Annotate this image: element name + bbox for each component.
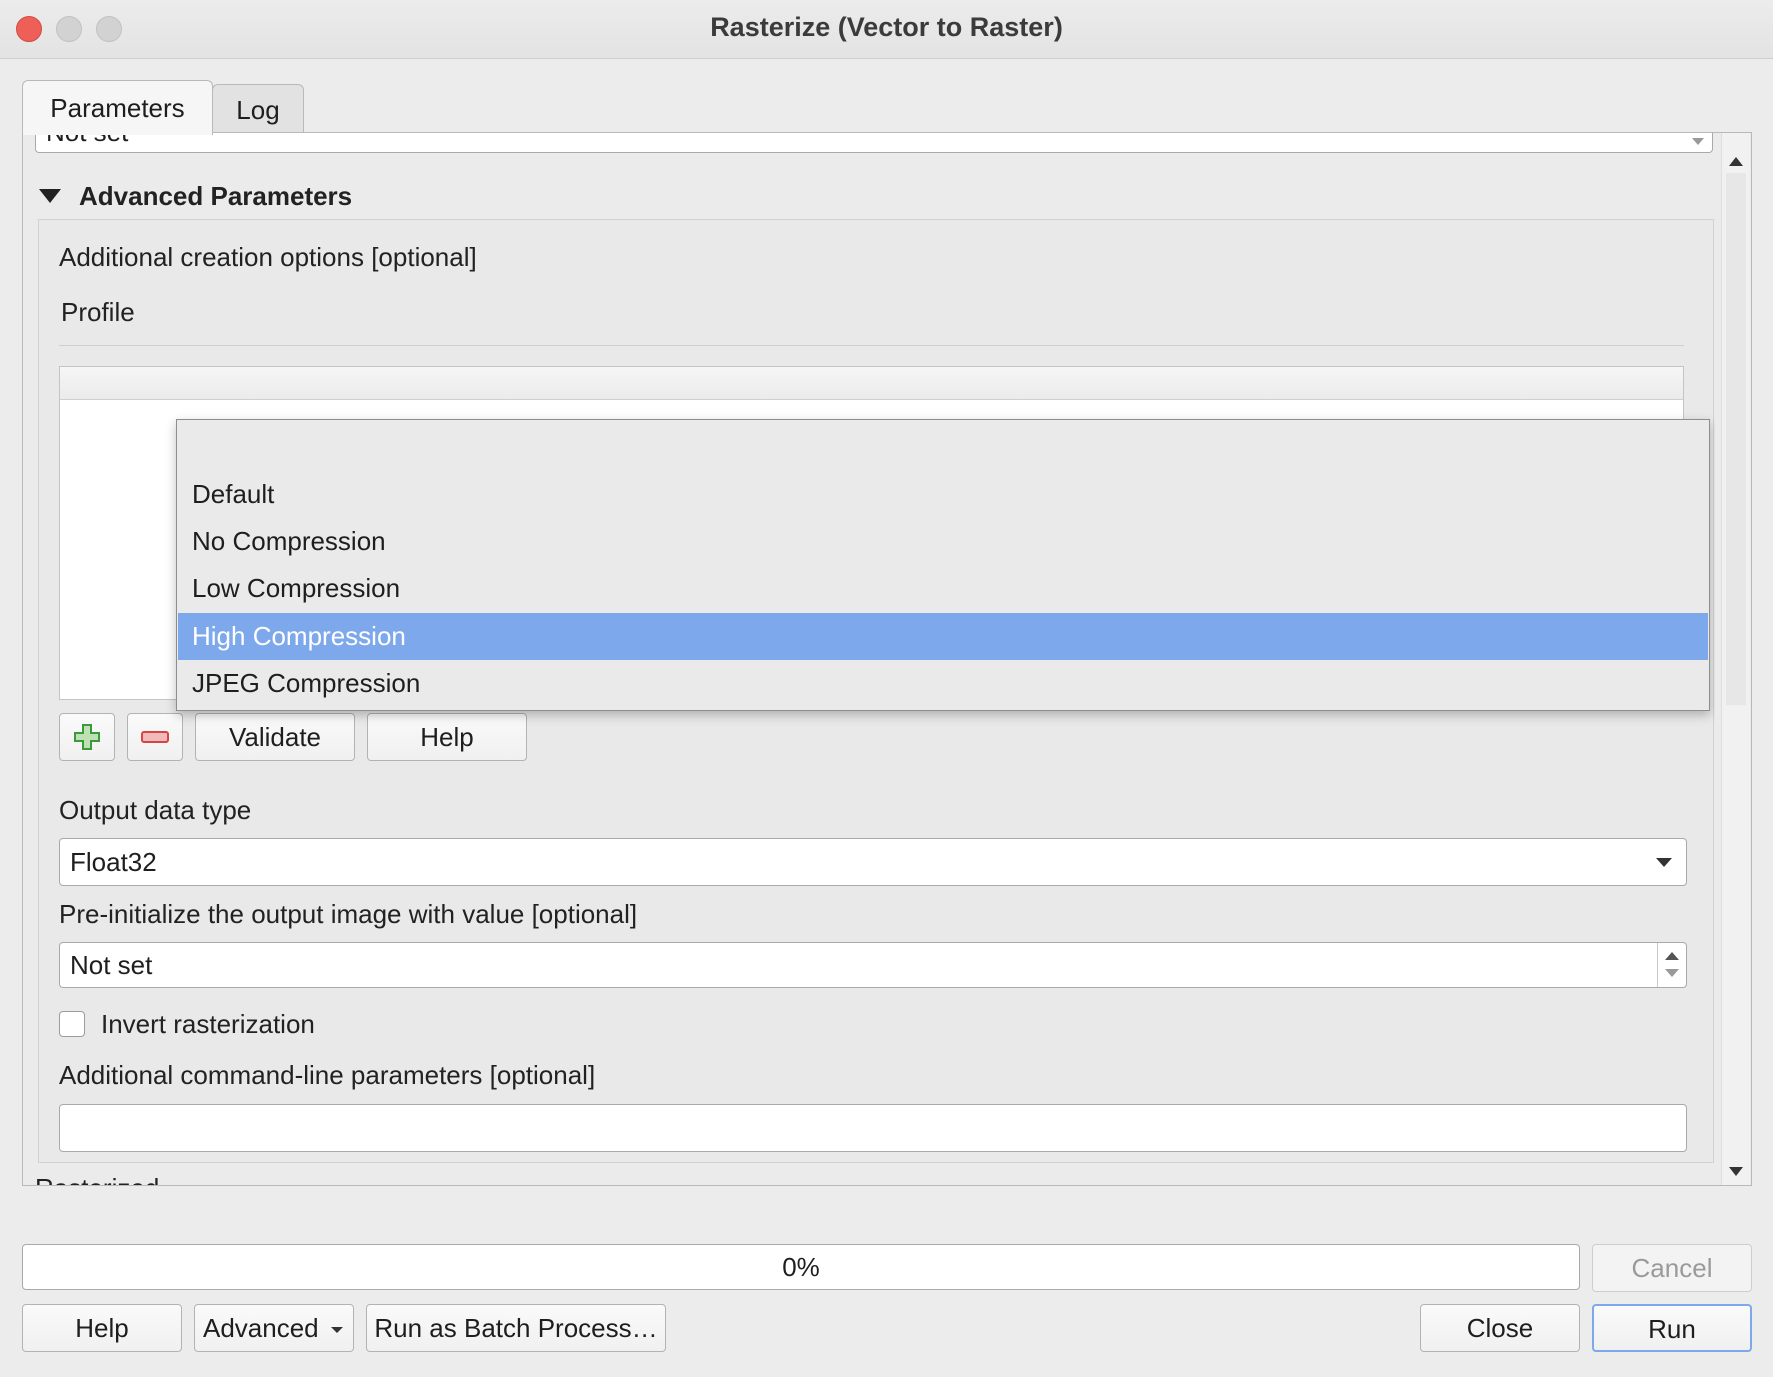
profile-option-empty[interactable] <box>178 424 1708 471</box>
cut-off-combo[interactable]: Not set <box>35 133 1713 153</box>
progress-bar: 0% <box>22 1244 1580 1290</box>
scroll-thumb[interactable] <box>1726 173 1746 705</box>
cmdline-label: Additional command-line parameters [opti… <box>59 1060 596 1090</box>
profile-option-jpeg-compression[interactable]: JPEG Compression <box>178 660 1708 707</box>
progress-text: 0% <box>782 1252 820 1282</box>
profile-option-low-compression[interactable]: Low Compression <box>178 565 1708 612</box>
tab-parameters[interactable]: Parameters <box>22 80 213 135</box>
output-data-type-label: Output data type <box>59 795 252 825</box>
advanced-button[interactable]: Advanced <box>194 1304 354 1352</box>
invert-label[interactable]: Invert rasterization <box>101 1009 315 1040</box>
preinit-spinbox[interactable]: Not set <box>59 942 1687 988</box>
profile-option-no-compression[interactable]: No Compression <box>178 518 1708 565</box>
chevron-down-icon <box>1692 138 1704 145</box>
remove-row-button[interactable] <box>127 713 183 761</box>
divider <box>59 345 1684 346</box>
profile-option-default[interactable]: Default <box>178 471 1708 518</box>
tab-log[interactable]: Log <box>212 84 304 135</box>
profile-dropdown[interactable]: Default No Compression Low Compression H… <box>176 419 1710 711</box>
profile-option-high-compression[interactable]: High Compression <box>178 613 1708 660</box>
preinit-value: Not set <box>70 950 153 980</box>
title-bar: Rasterize (Vector to Raster) <box>0 0 1773 59</box>
minus-icon <box>141 731 169 743</box>
help-button[interactable]: Help <box>22 1304 182 1352</box>
spin-up-icon[interactable] <box>1665 952 1679 960</box>
validate-button[interactable]: Validate <box>195 713 355 761</box>
preinit-label: Pre-initialize the output image with val… <box>59 899 638 929</box>
scroll-up-icon[interactable] <box>1729 157 1743 166</box>
close-button[interactable]: Close <box>1420 1304 1580 1352</box>
cmdline-input[interactable] <box>59 1104 1687 1152</box>
output-data-type-select[interactable]: Float32 <box>59 838 1687 886</box>
output-data-type-value: Float32 <box>70 847 157 877</box>
advanced-button-label: Advanced <box>203 1313 319 1343</box>
run-as-batch-button[interactable]: Run as Batch Process… <box>366 1304 666 1352</box>
profile-label: Profile <box>61 297 135 327</box>
collapse-triangle-icon[interactable] <box>39 189 61 203</box>
table-header <box>60 367 1683 400</box>
creation-options-label: Additional creation options [optional] <box>59 242 477 272</box>
scroll-down-icon[interactable] <box>1729 1167 1743 1176</box>
add-row-button[interactable] <box>59 713 115 761</box>
cut-off-combo-value: Not set <box>46 133 128 147</box>
scroll-area: Not set Advanced Parameters Additional c… <box>23 133 1715 1185</box>
vertical-scrollbar[interactable] <box>1721 133 1750 1185</box>
invert-checkbox[interactable] <box>59 1011 85 1037</box>
advanced-parameters-header[interactable]: Advanced Parameters <box>79 181 352 212</box>
spin-down-icon[interactable] <box>1665 969 1679 977</box>
help-options-button[interactable]: Help <box>367 713 527 761</box>
parameters-panel: Not set Advanced Parameters Additional c… <box>22 132 1752 1186</box>
plus-icon <box>74 724 100 750</box>
rasterized-section-label: Rasterized <box>35 1173 159 1185</box>
spin-buttons[interactable] <box>1657 943 1686 987</box>
chevron-down-icon <box>331 1327 343 1333</box>
window-title: Rasterize (Vector to Raster) <box>710 12 1063 42</box>
dialog-window: Rasterize (Vector to Raster) Parameters … <box>0 0 1773 1377</box>
chevron-down-icon <box>1656 858 1672 867</box>
run-button[interactable]: Run <box>1592 1304 1752 1352</box>
cancel-button[interactable]: Cancel <box>1592 1244 1752 1292</box>
